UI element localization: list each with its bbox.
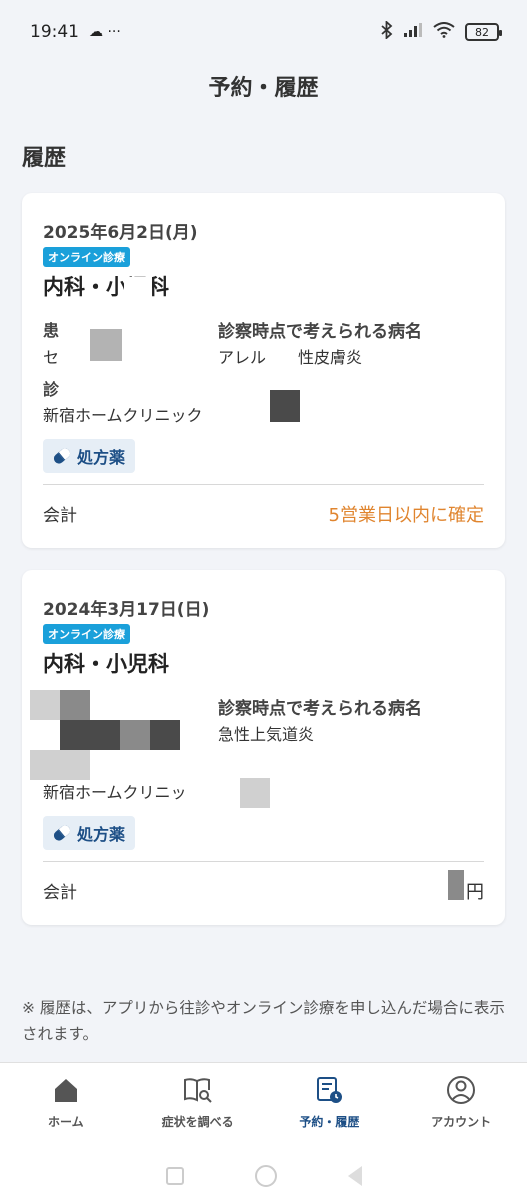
redaction: [60, 690, 90, 720]
diagnosis-label: 診察時点で考えられる病名: [218, 322, 422, 342]
pill-icon: [51, 446, 73, 466]
diagnosis-value: アレル 性皮膚炎: [218, 348, 363, 367]
divider: [43, 484, 484, 485]
prescription-button[interactable]: 処方薬: [43, 439, 136, 473]
redaction: [90, 329, 122, 361]
system-nav-bar: [0, 1152, 527, 1200]
diagnosis-label: 診察時点で考えられる病名: [218, 699, 422, 719]
wifi-icon: [433, 21, 455, 43]
home-system-button[interactable]: [254, 1165, 277, 1187]
status-time: 19:41: [30, 22, 79, 42]
redaction: [150, 720, 180, 750]
billing-value: 円: [466, 882, 484, 903]
history-note: ※ 履歴は、アプリから往診やオンライン診療を申し込んだ場合に表示されます。: [22, 999, 505, 1043]
visit-type-badge: オンライン診療: [43, 624, 130, 644]
redaction: [90, 720, 120, 750]
page-title: 予約・履歴: [208, 76, 319, 101]
history-card[interactable]: 2024年3月17日(日) オンライン診療 内科・小児科 診察時点で考えられる病…: [22, 570, 505, 925]
billing-value: 5営業日以内に確定: [328, 505, 484, 526]
tab-label: アカウント: [431, 1115, 492, 1129]
status-extra: ☁ ···: [89, 24, 121, 40]
tab-home[interactable]: ホーム: [0, 1063, 132, 1152]
redaction: [120, 720, 150, 750]
redaction: [60, 750, 90, 780]
redaction: [30, 690, 60, 720]
status-bar: 19:41 ☁ ··· 82: [0, 0, 527, 64]
pill-icon: [51, 823, 73, 843]
patient-label: 患: [43, 321, 60, 340]
battery-icon: 82: [465, 23, 502, 41]
account-icon: [446, 1075, 476, 1105]
diagnosis-value: 急性上気道炎: [218, 725, 315, 744]
status-left: 19:41 ☁ ···: [30, 22, 121, 42]
patient-value: セ: [43, 348, 60, 367]
clinic-name: 新宿ホームクリニッ: [43, 783, 187, 802]
status-right: 82: [381, 19, 502, 44]
visit-type-badge: オンライン診療: [43, 247, 130, 267]
tab-account[interactable]: アカウント: [395, 1063, 527, 1152]
prescription-label: 処方薬: [77, 825, 126, 844]
prescription-button[interactable]: 処方薬: [43, 816, 136, 850]
calendar-history-icon: [314, 1075, 344, 1105]
home-icon: [51, 1075, 81, 1105]
visit-date: 2025年6月2日(月): [43, 223, 198, 243]
tab-label: 症状を調べる: [161, 1115, 234, 1129]
tab-reservations[interactable]: 予約・履歴: [264, 1063, 396, 1152]
bluetooth-icon: [381, 19, 393, 44]
prescription-label: 処方薬: [77, 448, 126, 467]
billing-label: 会計: [43, 883, 77, 903]
bottom-tab-bar: ホーム 症状を調べる 予約・履歴 アカウント: [0, 1062, 527, 1152]
redaction: [240, 778, 270, 808]
signal-icon: [403, 22, 423, 43]
billing-label: 会計: [43, 506, 77, 526]
redaction: [60, 720, 90, 750]
recent-apps-button[interactable]: [165, 1167, 184, 1185]
redaction: [270, 390, 300, 422]
redaction: [30, 750, 60, 780]
tab-symptoms[interactable]: 症状を調べる: [132, 1063, 264, 1152]
divider: [43, 861, 484, 862]
section-title: 履歴: [22, 146, 67, 171]
history-card[interactable]: 2025年6月2日(月) オンライン診療 内科・小児科 患 セ 診察時点で考えら…: [22, 193, 505, 548]
visit-date: 2024年3月17日(日): [43, 600, 210, 620]
redaction: [448, 870, 464, 900]
doctor-label: 診: [43, 380, 60, 399]
redaction: [222, 399, 262, 425]
redaction: [124, 277, 152, 303]
clinic-name: 新宿ホームクリニック: [43, 406, 203, 425]
department: 内科・小児科: [43, 652, 169, 676]
book-search-icon: [183, 1075, 213, 1105]
back-button[interactable]: [347, 1166, 362, 1186]
tab-label: ホーム: [48, 1115, 84, 1129]
tab-label: 予約・履歴: [299, 1115, 360, 1129]
